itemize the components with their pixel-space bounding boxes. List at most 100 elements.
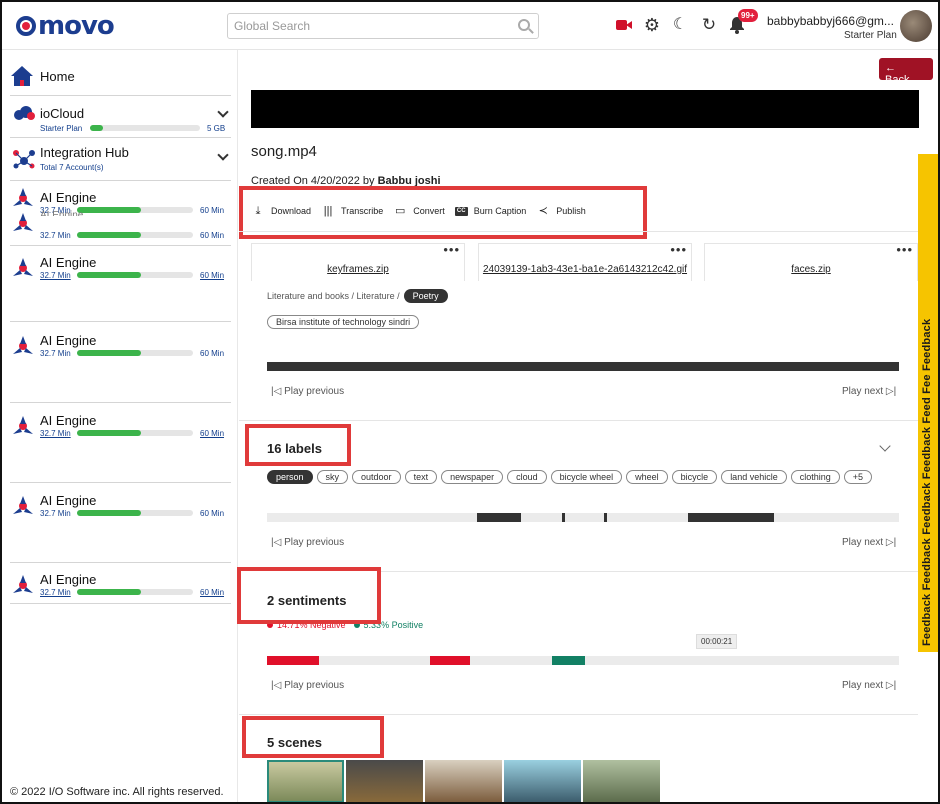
sidebar-item-ai-engine[interactable]: AI Engine 32.7 Min 60 Min (10, 405, 231, 483)
engine-total: 60 Min (200, 588, 225, 597)
play-previous-button[interactable]: |◁ Play previous (271, 386, 344, 397)
ai-engine-icon (13, 213, 33, 231)
category-active[interactable]: Poetry (403, 289, 448, 303)
search-icon[interactable] (518, 19, 530, 31)
record-camera-icon[interactable] (615, 16, 633, 34)
scene-thumbnail[interactable] (425, 760, 502, 802)
file-link[interactable]: 24039139-1ab3-43e1-ba1e-2a6143212c42.gif (479, 264, 691, 275)
play-previous-button[interactable]: |◁ Play previous (271, 680, 344, 691)
sidebar-item-label: AI Engine (40, 210, 84, 216)
play-previous-button[interactable]: |◁ Play previous (271, 537, 344, 548)
chevron-down-icon[interactable] (217, 149, 229, 161)
movo-logo[interactable]: movo (16, 11, 115, 41)
app-window: movo Global Search ⚙ ☾ ↻ 99+ babbybabbyj… (0, 0, 940, 804)
timeline-segment[interactable] (688, 513, 774, 522)
scene-thumbnails (267, 760, 662, 802)
engine-used: 32.7 Min (40, 349, 71, 358)
category-path[interactable]: Literature and books / Literature / (267, 291, 400, 301)
label-tag[interactable]: person (267, 470, 313, 484)
file-link[interactable]: faces.zip (705, 264, 917, 275)
sentiment-timeline[interactable] (267, 656, 899, 665)
labels-timeline[interactable] (267, 513, 899, 522)
play-next-button[interactable]: Play next ▷| (842, 537, 896, 548)
more-options-icon[interactable]: ••• (443, 243, 460, 256)
label-tag[interactable]: outdoor (352, 470, 401, 484)
video-player[interactable] (251, 90, 919, 128)
engine-total: 60 Min (200, 509, 225, 518)
user-email[interactable]: babbybabbyj666@gm... (767, 14, 894, 28)
label-tag[interactable]: bicycle wheel (550, 470, 623, 484)
sidebar-item-iocloud[interactable]: ioCloud Starter Plan 5 GB (10, 100, 231, 138)
copyright-footer: © 2022 I/O Software inc. All rights rese… (10, 786, 224, 798)
timeline-segment[interactable] (562, 513, 565, 522)
scene-thumbnail[interactable] (583, 760, 660, 802)
dark-mode-icon[interactable]: ☾ (671, 16, 689, 34)
label-tag[interactable]: wheel (626, 470, 668, 484)
ai-engine-icon (13, 336, 33, 354)
refresh-icon[interactable]: ↻ (700, 16, 718, 34)
play-next-button[interactable]: Play next ▷| (842, 386, 896, 397)
notification-badge: 99+ (738, 9, 758, 22)
file-link[interactable]: keyframes.zip (252, 264, 464, 275)
file-card: ••• faces.zip (704, 243, 918, 281)
sidebar-item-label: AI Engine (40, 333, 97, 348)
engine-used: 32.7 Min (40, 588, 71, 597)
sidebar-item-home[interactable]: Home (10, 62, 231, 96)
ai-engine-icon (13, 416, 33, 434)
topic-timeline[interactable] (267, 362, 899, 371)
ai-engine-icon (13, 188, 33, 206)
hub-icon (13, 150, 35, 169)
cloud-icon (14, 106, 35, 120)
sidebar: Home ioCloud Starter Plan 5 GB Integrati… (2, 50, 238, 802)
timestamp-tooltip: 00:00:21 (696, 634, 738, 649)
organization-tag[interactable]: Birsa institute of technology sindri (267, 315, 420, 329)
label-tag[interactable]: text (404, 470, 438, 484)
scene-thumbnail[interactable] (346, 760, 423, 802)
sidebar-item-ai-engine[interactable]: AI Engine 32.7 Min 60 Min (10, 485, 231, 563)
highlight-box (245, 424, 351, 466)
feedback-tab[interactable]: Feedback Feedback Feedback Feedback Feed… (918, 154, 938, 652)
scene-thumbnail[interactable] (267, 760, 344, 802)
play-next-button[interactable]: Play next ▷| (842, 680, 896, 691)
engine-progress-fill (77, 272, 141, 278)
engine-progress-bar (77, 232, 193, 238)
storage-progress-fill (90, 125, 104, 131)
gear-icon[interactable]: ⚙ (643, 16, 661, 34)
scene-thumbnail[interactable] (504, 760, 581, 802)
sidebar-item-ai-engine[interactable]: AI Engine 32.7 Min 60 Min (10, 210, 231, 246)
sidebar-item-label: Integration Hub (40, 145, 129, 160)
play-next-label: Play next (842, 537, 884, 548)
ai-engine-icon (13, 258, 33, 276)
more-options-icon[interactable]: ••• (670, 243, 687, 256)
global-search-input[interactable]: Global Search (227, 13, 539, 39)
more-labels-tag[interactable]: +5 (843, 470, 873, 484)
label-tag[interactable]: cloud (507, 470, 547, 484)
play-previous-label: Play previous (284, 680, 345, 691)
avatar[interactable] (900, 10, 932, 42)
back-button[interactable]: ←Back (879, 58, 933, 86)
label-tag[interactable]: clothing (790, 470, 840, 484)
positive-segment[interactable] (552, 656, 585, 665)
timeline-segment[interactable] (477, 513, 521, 522)
chevron-down-icon[interactable] (879, 440, 891, 452)
chevron-down-icon[interactable] (217, 106, 229, 118)
sidebar-item-integration-hub[interactable]: Integration Hub Total 7 Account(s) (10, 139, 231, 181)
label-tag[interactable]: land vehicle (721, 470, 787, 484)
engine-progress-bar (77, 207, 193, 213)
labels-list: person sky outdoor text newspaper cloud … (267, 470, 876, 484)
negative-segment[interactable] (267, 656, 319, 665)
label-tag[interactable]: newspaper (441, 470, 504, 484)
sentiments-title: 2 sentiments (267, 593, 347, 608)
sidebar-item-ai-engine[interactable]: AI Engine 32.7 Min 60 Min (10, 247, 231, 322)
file-card: ••• keyframes.zip (251, 243, 465, 281)
label-tag[interactable]: sky (316, 470, 349, 484)
search-placeholder: Global Search (234, 19, 311, 33)
label-tag[interactable]: bicycle (671, 470, 718, 484)
sidebar-item-ai-engine[interactable]: AI Engine 32.7 Min 60 Min (10, 325, 231, 403)
timeline-segment[interactable] (604, 513, 607, 522)
engine-progress-fill (77, 430, 141, 436)
sidebar-item-ai-engine[interactable]: AI Engine 32.7 Min 60 Min (10, 564, 231, 604)
more-options-icon[interactable]: ••• (896, 243, 913, 256)
negative-segment[interactable] (430, 656, 470, 665)
logo-text: movo (38, 11, 115, 41)
